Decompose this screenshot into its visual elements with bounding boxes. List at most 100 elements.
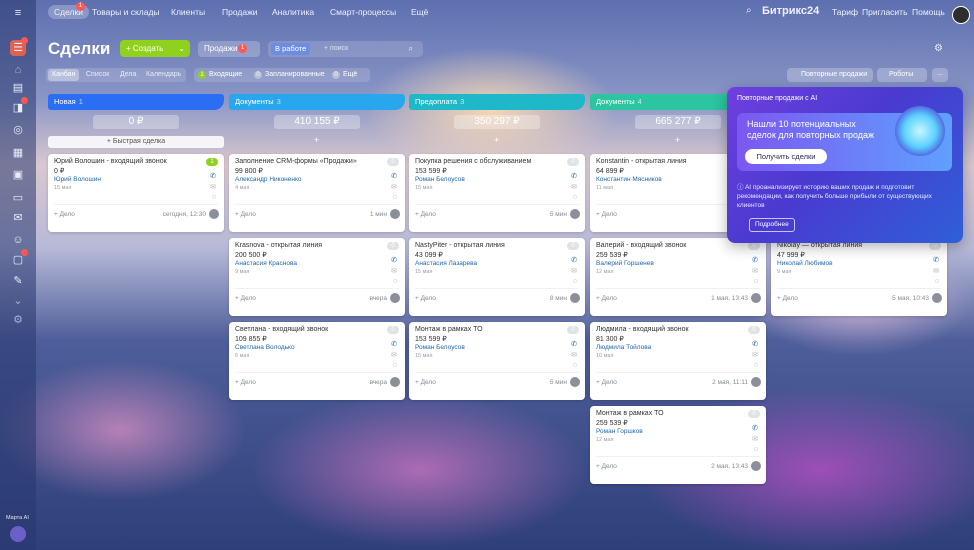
more-button[interactable]: ... — [932, 68, 948, 82]
avatar[interactable] — [570, 209, 580, 219]
add-activity-button[interactable]: + Дело — [54, 211, 75, 218]
deal-title[interactable]: Монтаж в рамках ТО — [596, 410, 664, 417]
phone-icon[interactable]: ✆ — [933, 256, 939, 264]
deal-card[interactable]: Светлана - входящий звонок 0 109 855 ₽ С… — [229, 322, 405, 400]
quick-deal-button[interactable]: + Быстрая сделка — [48, 136, 224, 148]
chevron-down-icon[interactable]: ⌄ — [10, 293, 26, 309]
avatar[interactable] — [390, 209, 400, 219]
mail-icon[interactable]: ✉ — [752, 267, 758, 275]
column-header[interactable]: Предоплата 3 — [409, 94, 585, 110]
phone-icon[interactable]: ✆ — [752, 256, 758, 264]
chat-icon[interactable]: ◌ — [573, 194, 577, 201]
get-deals-button[interactable]: Получить сделки — [745, 149, 827, 164]
phone-icon[interactable]: ✆ — [571, 172, 577, 180]
search-icon[interactable]: ⌕ — [746, 5, 752, 16]
filter-tag[interactable]: В работе — [271, 43, 311, 55]
home-icon[interactable]: ⌂ — [10, 62, 26, 78]
add-activity-button[interactable]: + Дело — [596, 379, 617, 386]
phone-icon[interactable]: ✆ — [752, 424, 758, 432]
phone-icon[interactable]: ✆ — [391, 340, 397, 348]
sign-icon[interactable]: ✎ — [10, 273, 26, 289]
mail-icon[interactable]: ✉ — [752, 435, 758, 443]
crm-icon[interactable]: ◎ — [10, 122, 26, 138]
phone-icon[interactable]: ✆ — [571, 340, 577, 348]
mail-icon[interactable]: ✉ — [571, 351, 577, 359]
activity-counter[interactable]: 0 — [748, 410, 760, 418]
robots-button[interactable]: Роботы — [877, 68, 927, 82]
deal-contact[interactable]: Юрий Волошин — [54, 176, 101, 183]
deal-card[interactable]: Людмила - входящий звонок 0 81 300 ₽ Люд… — [590, 322, 766, 400]
mail-icon[interactable]: ✉ — [10, 210, 26, 226]
add-activity-button[interactable]: + Дело — [415, 295, 436, 302]
column-header[interactable]: Новая 1 — [48, 94, 224, 110]
activity-counter[interactable]: 0 — [748, 326, 760, 334]
menu-icon[interactable]: ≡ — [10, 5, 26, 21]
mail-icon[interactable]: ✉ — [571, 183, 577, 191]
deal-contact[interactable]: Александр Никоненко — [235, 176, 302, 183]
search-icon[interactable]: ⌕ — [409, 41, 413, 57]
deal-contact[interactable]: Людмила Тойлова — [596, 344, 651, 351]
phone-icon[interactable]: ✆ — [210, 172, 216, 180]
deal-card[interactable]: Покупка решения с обслуживанием 0 153 59… — [409, 154, 585, 232]
deal-title[interactable]: Светлана - входящий звонок — [235, 326, 328, 333]
phone-icon[interactable]: ✆ — [571, 256, 577, 264]
mail-icon[interactable]: ✉ — [210, 183, 216, 191]
activity-counter[interactable]: 0 — [567, 242, 579, 250]
deal-contact[interactable]: Роман Горшков — [596, 428, 643, 435]
link-icon[interactable]: ⚲ — [101, 44, 107, 53]
deal-title[interactable]: Nikolay — открытая линия — [777, 242, 862, 249]
activity-counter[interactable]: 0 — [567, 326, 579, 334]
view-activities[interactable]: Дела — [120, 69, 136, 81]
deal-title[interactable]: Konstantin - открытая линия — [596, 158, 687, 165]
add-activity-button[interactable]: + Дело — [235, 211, 256, 218]
chat-icon[interactable]: ◌ — [393, 362, 397, 369]
avatar[interactable] — [570, 377, 580, 387]
deal-card[interactable]: Nikolay — открытая линия 0 47 999 ₽ Нико… — [771, 238, 947, 316]
ai-more-button[interactable]: Подробнее — [749, 218, 795, 232]
search-filter[interactable]: В работе + поиск ⌕ — [268, 41, 423, 57]
add-card-icon[interactable]: + — [675, 135, 680, 145]
add-activity-button[interactable]: + Дело — [235, 379, 256, 386]
settings-icon[interactable]: ⚙ — [934, 43, 943, 54]
help-link[interactable]: Помощь — [912, 7, 945, 17]
deal-title[interactable]: Людмила - входящий звонок — [596, 326, 689, 333]
deal-card[interactable]: NastyPiter - открытая линия 0 43 099 ₽ А… — [409, 238, 585, 316]
activity-counter[interactable]: 0 — [748, 242, 760, 250]
add-card-icon[interactable]: + — [314, 135, 319, 145]
activity-counter[interactable]: 0 — [387, 158, 399, 166]
nav-sales[interactable]: Продажи — [222, 7, 258, 17]
mail-icon[interactable]: ✉ — [391, 267, 397, 275]
docs-icon[interactable]: ▣ — [10, 167, 26, 183]
column-header[interactable]: Документы 3 — [229, 94, 405, 110]
nav-more[interactable]: Ещё — [411, 7, 428, 17]
mail-icon[interactable]: ✉ — [933, 267, 939, 275]
contacts-icon[interactable]: ☺ — [10, 232, 26, 248]
deal-card[interactable]: Юрий Волошин - входящий звонок 1 0 ₽ Юри… — [48, 154, 224, 232]
chat-icon[interactable]: ◌ — [393, 278, 397, 285]
create-button[interactable]: + Создать ⌄ — [120, 40, 190, 57]
deal-title[interactable]: Покупка решения с обслуживанием — [415, 158, 531, 165]
deal-card[interactable]: Монтаж в рамках ТО 0 153 599 ₽ Роман Бел… — [409, 322, 585, 400]
calendar-icon[interactable]: ▦ — [10, 145, 26, 161]
add-activity-button[interactable]: + Дело — [235, 295, 256, 302]
deal-title[interactable]: NastyPiter - открытая линия — [415, 242, 505, 249]
avatar[interactable] — [390, 293, 400, 303]
settings-icon[interactable]: ⚙ — [10, 312, 26, 328]
mail-icon[interactable]: ✉ — [391, 183, 397, 191]
counter-planned[interactable]: Запланированные — [265, 69, 325, 81]
add-activity-button[interactable]: + Дело — [596, 463, 617, 470]
avatar[interactable] — [751, 377, 761, 387]
add-activity-button[interactable]: + Дело — [596, 295, 617, 302]
nav-products[interactable]: Товары и склады — [92, 7, 160, 17]
add-activity-button[interactable]: + Дело — [596, 211, 617, 218]
avatar[interactable] — [209, 209, 219, 219]
counter-more[interactable]: Ещё — [343, 69, 357, 81]
view-kanban[interactable]: Канбан — [48, 69, 80, 81]
activity-counter[interactable]: 0 — [387, 242, 399, 250]
deal-title[interactable]: Krasnova - открытая линия — [235, 242, 322, 249]
deal-contact[interactable]: Валерий Горшенев — [596, 260, 654, 267]
nav-analytics[interactable]: Аналитика — [272, 7, 314, 17]
chat-icon[interactable]: ◌ — [754, 362, 758, 369]
counter-incoming[interactable]: Входящие — [209, 69, 242, 81]
drive-icon[interactable]: ▭ — [10, 190, 26, 206]
